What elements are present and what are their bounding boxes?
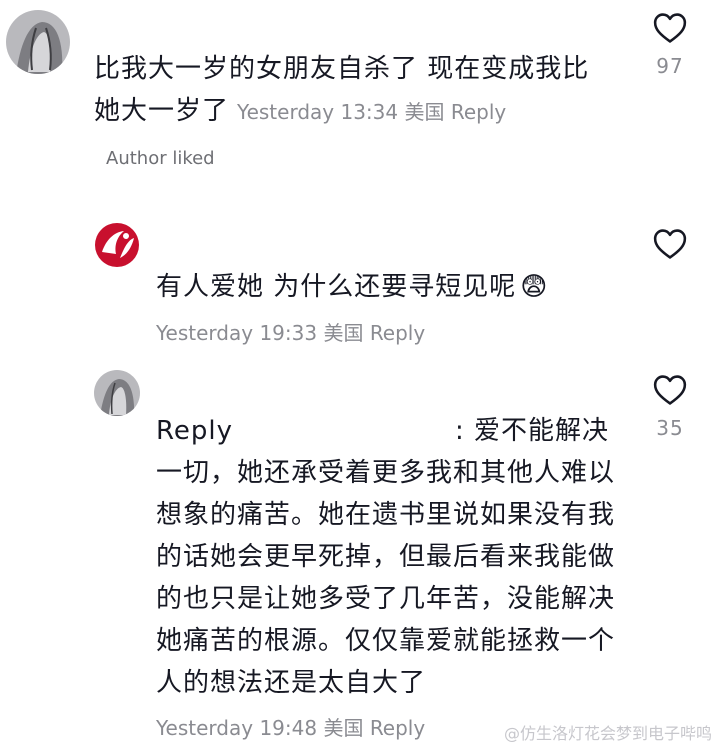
comment-2-text: 有人爱她 为什么还要寻短见呢 😨 bbox=[156, 266, 606, 308]
watermark: @仿生洛灯花会梦到电子哔鸣 bbox=[503, 724, 712, 743]
fearful-face-emoji: 😨 bbox=[520, 272, 549, 302]
comment-3-line-7: 人的想法还是太自大了 bbox=[156, 668, 427, 698]
comment-1-line-1: 比我大一岁的女朋友自杀了 现在变成我比 bbox=[94, 54, 590, 84]
comment-1-time: Yesterday 13:34 bbox=[237, 100, 399, 124]
comment-1-like: 97 bbox=[640, 12, 700, 78]
comment-3-like-count: 35 bbox=[656, 416, 684, 440]
comment-3-meta: Yesterday 19:48 美国 Reply bbox=[156, 712, 425, 741]
avatar-commenter-1[interactable] bbox=[6, 10, 70, 74]
comment-3-line-6: 她痛苦的根源。仅仅靠爱就能拯救一个 bbox=[156, 626, 616, 656]
comment-2-reply-button[interactable]: Reply bbox=[370, 321, 425, 345]
avatar-commenter-3[interactable] bbox=[94, 370, 140, 416]
comment-1-meta: Yesterday 13:34 美国 Reply bbox=[237, 100, 506, 124]
author-liked-badge: Author liked bbox=[106, 148, 215, 169]
heart-icon[interactable] bbox=[640, 374, 700, 406]
comment-2-location: 美国 bbox=[323, 321, 364, 345]
comment-2-text-body: 有人爱她 为什么还要寻短见呢 bbox=[156, 272, 517, 302]
comment-2-meta: Yesterday 19:33 美国 Reply bbox=[156, 317, 425, 346]
comment-3-line-4: 的话她会更早死掉，但最后看来我能做 bbox=[156, 542, 616, 572]
avatar-commenter-2[interactable] bbox=[94, 222, 140, 268]
comment-2-time: Yesterday 19:33 bbox=[156, 321, 318, 345]
comment-3-like: 35 bbox=[640, 374, 700, 440]
comment-3-time: Yesterday 19:48 bbox=[156, 716, 318, 740]
comment-3-line-3: 想象的痛苦。她在遗书里说如果没有我 bbox=[156, 500, 616, 530]
comment-1-reply-button[interactable]: Reply bbox=[451, 100, 506, 124]
heart-icon[interactable] bbox=[640, 228, 700, 260]
comment-3-line-1: Reply : 爱不能解决 bbox=[156, 410, 626, 452]
comment-1-line-2-text: 她大一岁了 bbox=[94, 96, 230, 126]
comment-3-line-1-text: : 爱不能解决 bbox=[455, 416, 610, 446]
comment-1-location: 美国 bbox=[404, 100, 445, 124]
comment-3-line-5: 的也只是让她多受了几年苦，没能解决 bbox=[156, 584, 616, 614]
comment-1-text: 比我大一岁的女朋友自杀了 现在变成我比 她大一岁了 Yesterday 13:34… bbox=[94, 48, 634, 133]
comment-3-reply-prefix[interactable]: Reply bbox=[156, 416, 233, 446]
heart-icon[interactable] bbox=[640, 12, 700, 44]
comment-3-line-2: 一切，她还承受着更多我和其他人难以 bbox=[156, 458, 616, 488]
comment-3-reply-button[interactable]: Reply bbox=[370, 716, 425, 740]
comment-2-like bbox=[640, 228, 700, 260]
comment-3-text: Reply : 爱不能解决 一切，她还承受着更多我和其他人难以 想象的痛苦。她在遗… bbox=[156, 410, 626, 704]
comment-1-like-count: 97 bbox=[656, 54, 684, 78]
comment-3-location: 美国 bbox=[323, 716, 364, 740]
comment-1-line-2: 她大一岁了 Yesterday 13:34 美国 Reply bbox=[94, 90, 634, 133]
